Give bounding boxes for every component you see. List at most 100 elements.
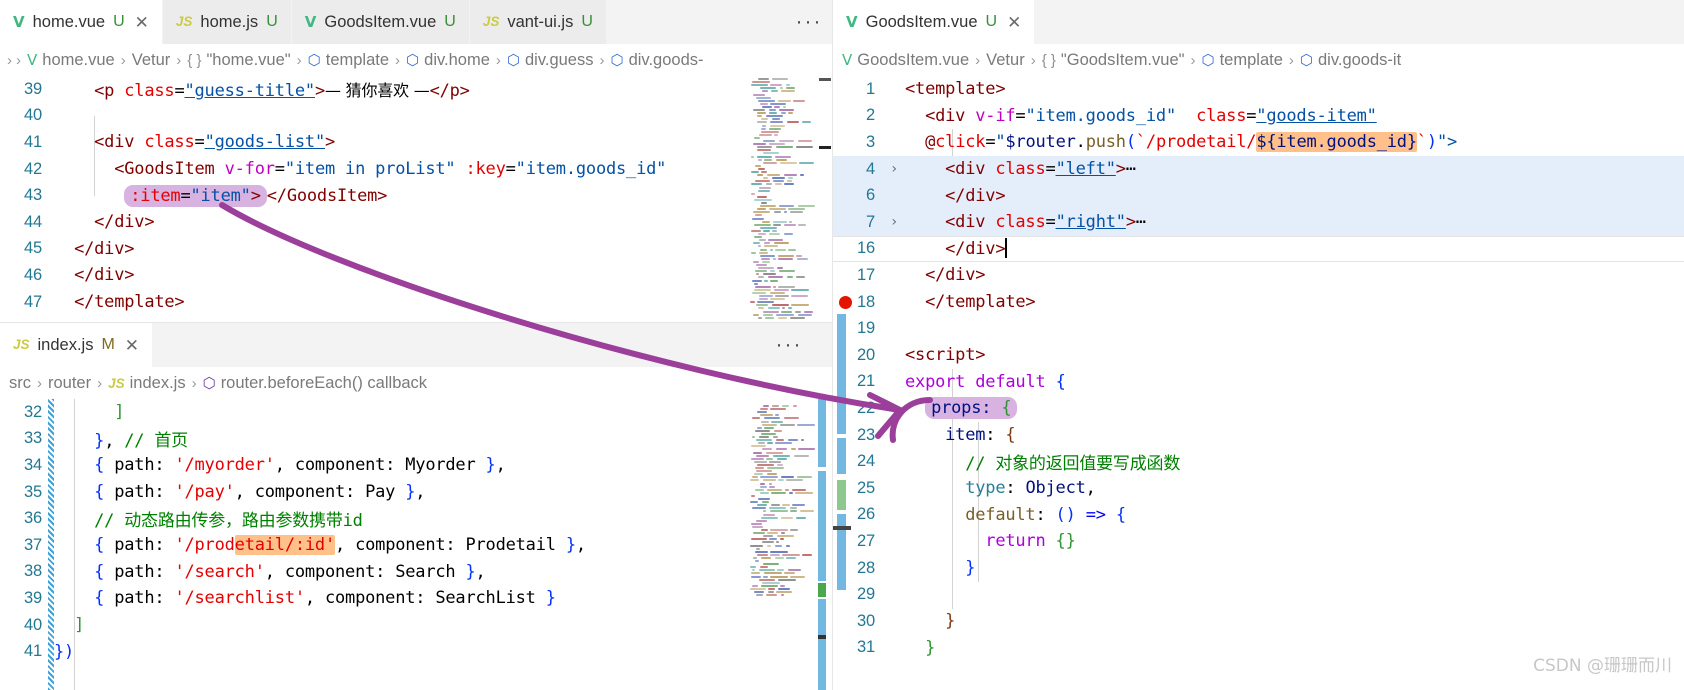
tab-goodsitem-vue[interactable]: V GoodsItem.vue U ✕ [833, 0, 1036, 44]
minimap-line [797, 476, 812, 479]
code-token: = [1045, 159, 1056, 180]
close-icon[interactable]: ✕ [135, 14, 149, 31]
minimap-line [757, 426, 762, 429]
minimap-line [754, 136, 760, 139]
breadcrumb-right: V GoodsItem.vue › Vetur ›{ } "GoodsItem.vue" ›… [833, 44, 1684, 76]
breadcrumb-item-div-goods-it[interactable]: ⬡ div.goods-it [1297, 51, 1404, 70]
code-text: // 动态路由传参，路由参数携带id [52, 506, 363, 531]
code-editor-index-js[interactable]: 32 ] 33 }, // 首页 34 { path: '/myorder', co… [0, 399, 832, 690]
cube-icon: ⬡ [406, 52, 420, 69]
breadcrumb-separator: › [495, 51, 501, 69]
tab-home-vue[interactable]: Vhome.vue U ✕ [0, 0, 163, 44]
tab-overflow-more-icon[interactable]: ··· [766, 323, 812, 366]
code-editor-goodsitem-vue[interactable]: 1 <template> 2 <div v-if="item.goods_id" c… [833, 76, 1684, 690]
code-token: <script> [905, 345, 986, 366]
overview-ruler-right[interactable] [833, 76, 851, 690]
minimap-line [761, 130, 779, 133]
code-text: <div class="right">⋯ [903, 212, 1146, 232]
code-token: item [945, 425, 986, 446]
breadcrumb-item-div-guess[interactable]: ⬡ div.guess [504, 51, 597, 70]
minimap-line [757, 115, 762, 118]
overview-ruler-index-js[interactable] [818, 399, 832, 690]
minimap-line [770, 575, 788, 578]
minimap-line [775, 556, 784, 559]
minimap-line [763, 313, 773, 316]
close-icon[interactable]: ✕ [1007, 14, 1021, 31]
minimap-line [754, 236, 762, 239]
tab-home-js[interactable]: JS home.js U [162, 0, 292, 44]
minimap-line [750, 566, 756, 569]
tab-bar-index-js: JS index.js M ✕ ··· [0, 323, 832, 367]
minimap-line [761, 171, 767, 173]
breadcrumb-item-div-home[interactable]: ⬡ div.home [403, 51, 493, 70]
minimap-left-top[interactable] [748, 76, 818, 322]
minimap-line [753, 451, 762, 454]
overview-ruler-left-top[interactable] [818, 76, 832, 322]
vue-file-icon: V [304, 12, 317, 31]
code-token: default [975, 371, 1046, 392]
code-token: path: [104, 535, 175, 556]
tab-goodsitem-vue[interactable]: V GoodsItem.vue U [291, 0, 470, 44]
breadcrumb-item-router-beforeeach-callback[interactable]: ⬡ router.beforeEach() callback [200, 374, 430, 393]
minimap-line [753, 260, 759, 263]
breadcrumb-item-goodsitem-vue[interactable]: V GoodsItem.vue [839, 51, 972, 70]
fold-chevron-icon[interactable]: › [885, 214, 903, 230]
breadcrumb-item-src[interactable]: src [6, 374, 34, 393]
minimap-line [752, 81, 770, 84]
code-token: { [94, 588, 105, 609]
minimap-line [773, 436, 778, 438]
breadcrumb-item-vetur[interactable]: Vetur [983, 51, 1028, 70]
minimap-line [758, 442, 765, 445]
minimap-line [790, 507, 797, 510]
code-token: > [250, 184, 267, 207]
breadcrumb-item-template[interactable]: ⬡ template [305, 51, 392, 70]
code-line: 24 // 对象的返回值要写成函数 [833, 448, 1684, 475]
tab-overflow-more-icon[interactable]: ··· [786, 0, 832, 43]
breadcrumb-item-template[interactable]: ⬡ template [1198, 51, 1285, 70]
code-text: } [903, 611, 955, 631]
tab-bar-filler [606, 0, 786, 43]
minimap-line [755, 560, 759, 562]
breadcrumb-separator: › [191, 374, 197, 392]
code-line: 6 </div> [833, 182, 1684, 209]
tab-vant-ui-js[interactable]: JS vant-ui.js U [469, 0, 607, 44]
minimap-line [769, 109, 776, 111]
code-token: <GoodsItem [114, 159, 225, 180]
minimap-line [770, 124, 785, 127]
breadcrumb-item--goodsitem-vue-[interactable]: { } "GoodsItem.vue" [1039, 51, 1188, 70]
overview-ruler-mark [819, 78, 831, 81]
minimap-line [800, 174, 804, 177]
minimap-line [774, 105, 780, 108]
code-line: 34 { path: '/myorder', component: Myorde… [0, 452, 832, 479]
close-icon[interactable]: ✕ [125, 337, 139, 354]
code-token: } [545, 588, 556, 609]
minimap-line [798, 205, 815, 208]
fold-chevron-icon[interactable]: › [885, 161, 903, 177]
breadcrumb-item-vetur[interactable]: Vetur [129, 51, 174, 70]
minimap-line [754, 473, 763, 476]
minimap-line [802, 553, 812, 556]
minimap-line [784, 223, 796, 226]
breadcrumb-item-div-goods-[interactable]: ⬡ div.goods- [607, 51, 706, 70]
code-line: 37 { path: '/prodetail/:id', component: … [0, 532, 832, 559]
minimap-line [758, 316, 762, 319]
minimap-index-js[interactable] [748, 399, 818, 690]
code-text: return {} [903, 531, 1076, 551]
minimap-line [796, 516, 806, 519]
minimap-line [794, 454, 809, 457]
code-token: , component: Prodetail [335, 535, 566, 556]
breadcrumb-item-index-js[interactable]: JS index.js [105, 374, 188, 393]
minimap-line [782, 504, 790, 507]
breadcrumb-item-home-vue[interactable]: Vhome.vue [24, 51, 118, 70]
minimap-line [782, 553, 800, 556]
breadcrumb-item-router[interactable]: router [45, 374, 94, 393]
code-token: @ [925, 132, 936, 153]
breadcrumb-item--home-vue-[interactable]: { } "home.vue" [184, 51, 293, 70]
code-token: ( [1055, 504, 1066, 525]
code-text: </div> [52, 212, 154, 232]
tab-index-js[interactable]: JS index.js M ✕ [0, 323, 154, 367]
code-editor-home-vue[interactable]: 39 <p class="guess-title">— 猜你喜欢 —</p> 40… [0, 76, 832, 322]
minimap-line [759, 436, 769, 438]
minimap-line [757, 553, 768, 556]
